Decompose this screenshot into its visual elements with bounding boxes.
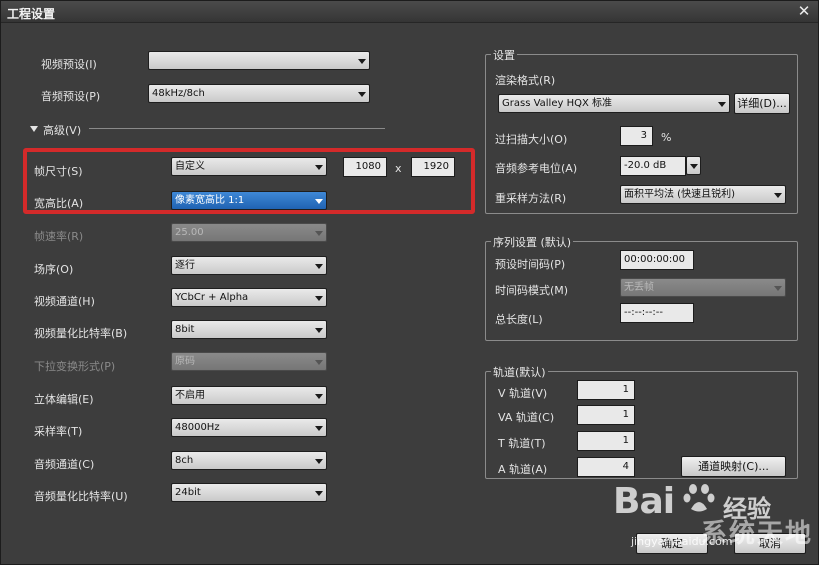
video-channel-label: 视频通道(H) <box>34 295 95 308</box>
project-settings-dialog: 工程设置 ✕ 视频预设(I) 音频预设(P) 48kHz/8ch 高级(V) 帧… <box>0 0 819 565</box>
timecode-mode-select: 无丢帧 <box>620 278 786 297</box>
channel-map-button[interactable]: 通道映射(C)... <box>681 456 786 477</box>
chevron-down-icon <box>774 286 782 291</box>
audio-preset-select[interactable]: 48kHz/8ch <box>148 84 370 103</box>
a-track-label: A 轨道(A) <box>498 463 548 476</box>
sample-rate-select[interactable]: 48000Hz <box>171 418 327 437</box>
video-preset-label: 视频预设(I) <box>41 58 97 71</box>
a-track-input[interactable]: 4 <box>577 457 635 477</box>
render-format-label: 渲染格式(R) <box>495 74 556 87</box>
chevron-down-icon <box>315 328 323 333</box>
t-track-input[interactable]: 1 <box>577 431 635 451</box>
field-order-label: 场序(O) <box>34 263 74 276</box>
chevron-down-icon <box>315 394 323 399</box>
field-order-select[interactable]: 逐行 <box>171 256 327 275</box>
t-track-label: T 轨道(T) <box>498 437 546 450</box>
audio-bit-select[interactable]: 24bit <box>171 483 327 502</box>
video-channel-select[interactable]: YCbCr + Alpha <box>171 288 327 307</box>
detail-button[interactable]: 详细(D)... <box>734 93 790 114</box>
highlight-box <box>23 148 475 214</box>
audio-channel-label: 音频通道(C) <box>34 458 95 471</box>
audio-bit-label: 音频量化比特率(U) <box>34 490 128 503</box>
audio-channel-select[interactable]: 8ch <box>171 451 327 470</box>
ref-level-input[interactable]: -20.0 dB <box>620 156 686 176</box>
pulldown-select: 原码 <box>171 352 327 371</box>
resample-label: 重采样方法(R) <box>495 192 567 205</box>
advanced-section-label[interactable]: 高级(V) <box>43 122 81 138</box>
chevron-down-icon <box>315 426 323 431</box>
chevron-down-icon <box>315 231 323 236</box>
frame-rate-select: 25.00 <box>171 223 327 242</box>
resample-select[interactable]: 面积平均法 (快速且锐利) <box>620 185 786 204</box>
pulldown-label: 下拉变换形式(P) <box>34 360 116 373</box>
ref-level-dropdown[interactable] <box>686 156 701 175</box>
watermark-logo: Bai <box>613 481 675 522</box>
duration-label: 总长度(L) <box>495 313 543 326</box>
overscan-unit: % <box>661 131 672 144</box>
audio-preset-label: 音频预设(P) <box>41 90 101 103</box>
dialog-title: 工程设置 <box>7 7 56 21</box>
chevron-down-icon <box>315 296 323 301</box>
va-track-label: VA 轨道(C) <box>498 411 555 424</box>
chevron-down-icon <box>315 264 323 269</box>
sample-rate-label: 采样率(T) <box>34 425 83 438</box>
advanced-divider <box>89 128 385 129</box>
chevron-down-icon <box>774 193 782 198</box>
stereo-select[interactable]: 不启用 <box>171 386 327 405</box>
video-bit-label: 视频量化比特率(B) <box>34 327 128 340</box>
timecode-label: 预设时间码(P) <box>495 258 566 271</box>
video-bit-select[interactable]: 8bit <box>171 320 327 339</box>
chevron-down-icon <box>315 459 323 464</box>
overscan-input[interactable]: 3 <box>620 126 653 146</box>
title-bar: 工程设置 ✕ <box>1 1 818 23</box>
chevron-down-icon <box>315 491 323 496</box>
watermark-site: 系统天地 <box>701 519 814 549</box>
paw-icon <box>683 484 715 512</box>
timecode-mode-label: 时间码模式(M) <box>495 284 569 297</box>
close-icon[interactable]: ✕ <box>796 3 812 19</box>
frame-rate-label: 帧速率(R) <box>34 230 84 243</box>
expand-triangle-icon[interactable] <box>30 126 38 132</box>
va-track-input[interactable]: 1 <box>577 405 635 425</box>
chevron-down-icon <box>315 360 323 365</box>
video-preset-select[interactable] <box>148 51 370 70</box>
ref-level-label: 音频参考电位(A) <box>495 162 578 175</box>
chevron-down-icon <box>358 59 366 64</box>
chevron-down-icon <box>358 92 366 97</box>
settings-group-title: 设置 <box>491 47 517 63</box>
tracks-group-title: 轨道(默认) <box>491 364 548 380</box>
render-format-select[interactable]: Grass Valley HQX 标准 <box>498 94 730 113</box>
duration-input[interactable]: --:--:--:-- <box>620 303 694 323</box>
chevron-down-icon <box>690 164 698 169</box>
chevron-down-icon <box>718 102 726 107</box>
sequence-group-title: 序列设置 (默认) <box>491 234 574 250</box>
timecode-input[interactable]: 00:00:00:00 <box>620 250 694 270</box>
v-track-label: V 轨道(V) <box>498 387 548 400</box>
v-track-input[interactable]: 1 <box>577 380 635 400</box>
stereo-label: 立体编辑(E) <box>34 393 94 406</box>
overscan-label: 过扫描大小(O) <box>495 133 568 146</box>
